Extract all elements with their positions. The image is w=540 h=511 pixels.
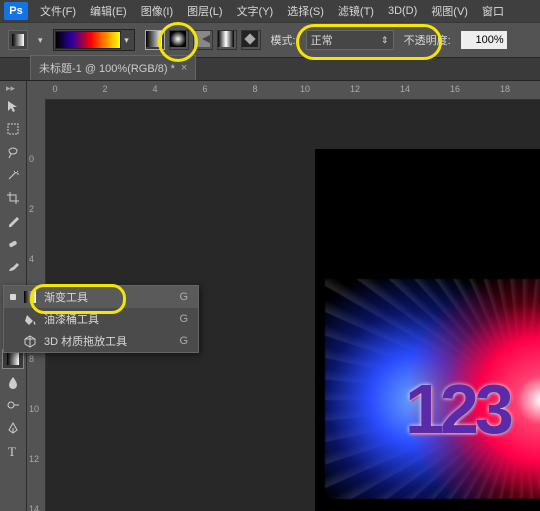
flyout-shortcut: G (174, 313, 188, 325)
brush-tool[interactable] (2, 257, 24, 277)
close-icon[interactable]: × (181, 62, 187, 74)
ruler-tick: 4 (29, 254, 34, 264)
ruler-tick: 2 (29, 204, 34, 214)
document-tab-title: 未标题-1 @ 100%(RGB/8) * (39, 60, 175, 76)
ruler-tick: 10 (29, 404, 39, 414)
menu-layer[interactable]: 图层(L) (181, 0, 228, 22)
gradient-swatch (55, 31, 121, 49)
chevron-down-icon[interactable]: ▾ (38, 35, 43, 46)
heal-tool[interactable] (2, 234, 24, 254)
ruler-tick: 14 (400, 84, 410, 94)
ruler-tick: 8 (252, 84, 257, 94)
gradient-radial-button[interactable] (169, 30, 189, 50)
selected-dot-icon (10, 338, 16, 344)
ruler-tick: 8 (29, 354, 34, 364)
options-bar: ▾ ▾ 模式: 正常 ⇕ 不透明度: 100% (0, 22, 540, 58)
ruler-tick: 6 (202, 84, 207, 94)
gradient-icon (22, 289, 38, 305)
blend-mode-value: 正常 (311, 32, 333, 48)
gradient-angle-button[interactable] (193, 30, 213, 50)
flyout-label: 3D 材质拖放工具 (44, 333, 168, 349)
menu-window[interactable]: 窗口 (476, 0, 510, 22)
gradient-diamond-button[interactable] (241, 30, 261, 50)
opacity-input[interactable]: 100% (461, 31, 507, 49)
ruler-tick: 12 (29, 454, 39, 464)
ruler-tick: 12 (350, 84, 360, 94)
gradient-type-group (145, 30, 261, 50)
drop-3d-icon (22, 333, 38, 349)
chevron-down-icon[interactable]: ▾ (121, 32, 133, 48)
flyout-shortcut: G (174, 335, 188, 347)
eyedropper-tool[interactable] (2, 211, 24, 231)
current-tool-icon[interactable] (8, 30, 28, 50)
flyout-item-bucket[interactable]: 油漆桶工具 G (4, 308, 198, 330)
menu-image[interactable]: 图像(I) (135, 0, 179, 22)
gradient-reflected-button[interactable] (217, 30, 237, 50)
menu-select[interactable]: 选择(S) (281, 0, 330, 22)
ruler-tick: 2 (102, 84, 107, 94)
menu-bar: Ps 文件(F) 编辑(E) 图像(I) 图层(L) 文字(Y) 选择(S) 滤… (0, 0, 540, 22)
ruler-tick: 14 (29, 504, 39, 511)
flyout-shortcut: G (174, 291, 188, 303)
bucket-icon (22, 311, 38, 327)
ruler-origin[interactable] (27, 81, 46, 100)
artwork-text: 123 (405, 369, 510, 449)
menu-file[interactable]: 文件(F) (34, 0, 82, 22)
move-tool[interactable] (2, 96, 24, 116)
crop-tool[interactable] (2, 188, 24, 208)
menu-type[interactable]: 文字(Y) (231, 0, 280, 22)
ruler-tick: 0 (29, 154, 34, 164)
wand-tool[interactable] (2, 165, 24, 185)
gradient-preset-picker[interactable]: ▾ (53, 29, 135, 51)
pen-tool[interactable] (2, 418, 24, 438)
flyout-label: 油漆桶工具 (44, 311, 168, 327)
document-tab-strip: 未标题-1 @ 100%(RGB/8) * × (0, 58, 540, 81)
ruler-tick: 0 (52, 84, 57, 94)
flyout-label: 渐变工具 (44, 289, 168, 305)
menu-filter[interactable]: 滤镜(T) (332, 0, 380, 22)
document-tab[interactable]: 未标题-1 @ 100%(RGB/8) * × (30, 55, 196, 80)
chevron-updown-icon: ⇕ (381, 35, 389, 46)
ruler-tick: 4 (152, 84, 157, 94)
selected-dot-icon (10, 316, 16, 322)
app-logo: Ps (4, 2, 28, 20)
menu-view[interactable]: 视图(V) (425, 0, 474, 22)
flyout-item-gradient[interactable]: 渐变工具 G (4, 286, 198, 308)
collapse-icon[interactable]: ▸▸ (6, 83, 20, 93)
tool-flyout-menu: 渐变工具 G 油漆桶工具 G 3D 材质拖放工具 G (3, 285, 199, 353)
selected-dot-icon (10, 294, 16, 300)
mode-label: 模式: (271, 32, 296, 48)
gradient-linear-button[interactable] (145, 30, 165, 50)
lasso-tool[interactable] (2, 142, 24, 162)
blur-tool[interactable] (2, 372, 24, 392)
artboard[interactable]: 123 (315, 149, 540, 511)
blend-mode-select[interactable]: 正常 ⇕ (306, 30, 394, 50)
ruler-horizontal[interactable]: 0 2 4 6 8 10 12 14 16 18 (45, 81, 540, 100)
svg-text:T: T (8, 444, 16, 458)
flyout-item-3d-material[interactable]: 3D 材质拖放工具 G (4, 330, 198, 352)
dodge-tool[interactable] (2, 395, 24, 415)
menu-edit[interactable]: 编辑(E) (84, 0, 133, 22)
ruler-tick: 18 (500, 84, 510, 94)
ruler-tick: 16 (450, 84, 460, 94)
ruler-tick: 10 (300, 84, 310, 94)
menu-3d[interactable]: 3D(D) (382, 2, 423, 20)
marquee-tool[interactable] (2, 119, 24, 139)
opacity-label: 不透明度: (404, 32, 451, 48)
type-tool[interactable]: T (2, 441, 24, 461)
